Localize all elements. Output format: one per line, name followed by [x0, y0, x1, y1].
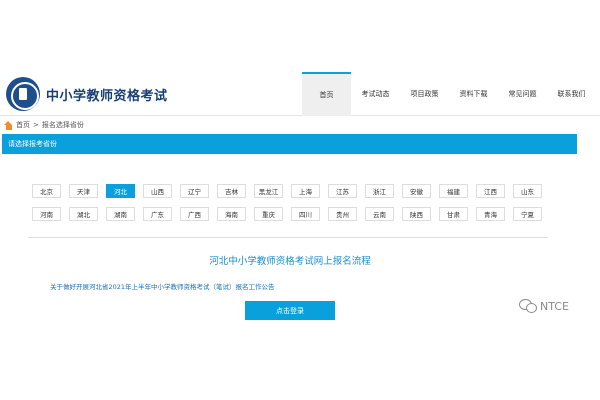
province-button[interactable]: 江苏: [328, 184, 357, 198]
province-button[interactable]: 广西: [180, 207, 209, 221]
province-button[interactable]: 宁夏: [513, 207, 542, 221]
province-button[interactable]: 重庆: [254, 207, 283, 221]
province-button[interactable]: 海南: [217, 207, 246, 221]
nav-item-faq[interactable]: 常见问题: [498, 72, 547, 116]
process-title: 河北中小学教师资格考试网上报名流程: [209, 256, 371, 267]
breadcrumb-current: 报名选择省份: [41, 121, 84, 129]
exam-emblem-icon: [6, 77, 40, 111]
province-grid: 北京 天津 河北 山西 辽宁 吉林 黑龙江 上海 江苏 浙江 安徽 福建 江西 山东河南 湖北 湖南 广东 广西海…: [32, 184, 542, 221]
province-button[interactable]: 黑龙江: [254, 184, 283, 198]
province-button[interactable]: 云南: [365, 207, 394, 221]
site-header: 中小学教师资格考试 首页 考试动态 项目政策 资料下载 常见问题 联系我们: [0, 72, 600, 116]
province-button[interactable]: 吉林: [217, 184, 246, 198]
site-logo[interactable]: 中小学教师资格考试: [6, 76, 168, 112]
province-button[interactable]: 安徽: [402, 184, 431, 198]
site-title: 中小学教师资格考试: [46, 88, 168, 104]
nav-item-home[interactable]: 首页: [302, 72, 351, 116]
province-button[interactable]: 北京: [32, 184, 61, 198]
province-button[interactable]: 山西: [143, 184, 172, 198]
province-button[interactable]: 山东: [513, 184, 542, 198]
section-header: 请选择报考省份: [2, 134, 577, 154]
province-button[interactable]: 陕西: [402, 207, 431, 221]
section-title: 请选择报考省份: [8, 140, 57, 148]
wechat-icon: [519, 299, 537, 313]
province-button[interactable]: 广东: [143, 207, 172, 221]
province-selector: 北京 天津 河北 山西 辽宁 吉林 黑龙江 上海 江苏 浙江 安徽 福建 江西 山东河南 湖北 湖南 广东 广西海…: [28, 178, 548, 238]
province-button[interactable]: 河南: [32, 207, 61, 221]
watermark: NTCE: [519, 299, 569, 313]
province-button[interactable]: 江西: [476, 184, 505, 198]
province-button[interactable]: 天津: [69, 184, 98, 198]
nav-item-contact[interactable]: 联系我们: [547, 72, 596, 116]
breadcrumb: 首页 > 报名选择省份: [4, 118, 84, 132]
province-button[interactable]: 湖北: [69, 207, 98, 221]
province-button[interactable]: 浙江: [365, 184, 394, 198]
breadcrumb-separator: >: [33, 121, 39, 129]
login-button[interactable]: 点击登录: [245, 301, 335, 320]
nav-item-exam-news[interactable]: 考试动态: [351, 72, 400, 116]
province-button[interactable]: 河北: [106, 184, 135, 198]
announcement-link[interactable]: 关于做好开展河北省2021年上半年中小学教师资格考试（笔试）报名工作公告: [50, 281, 275, 291]
province-button[interactable]: 辽宁: [180, 184, 209, 198]
breadcrumb-home-link[interactable]: 首页: [16, 120, 30, 130]
province-button[interactable]: 湖南: [106, 207, 135, 221]
province-button[interactable]: 甘肃: [439, 207, 468, 221]
province-button[interactable]: 青海: [476, 207, 505, 221]
home-icon: [4, 120, 13, 130]
province-button[interactable]: 四川: [291, 207, 320, 221]
watermark-text: NTCE: [540, 299, 569, 313]
province-button[interactable]: 福建: [439, 184, 468, 198]
main-nav: 首页 考试动态 项目政策 资料下载 常见问题 联系我们: [302, 72, 596, 116]
nav-item-downloads[interactable]: 资料下载: [449, 72, 498, 116]
nav-item-policies[interactable]: 项目政策: [400, 72, 449, 116]
province-button[interactable]: 上海: [291, 184, 320, 198]
province-button[interactable]: 贵州: [328, 207, 357, 221]
